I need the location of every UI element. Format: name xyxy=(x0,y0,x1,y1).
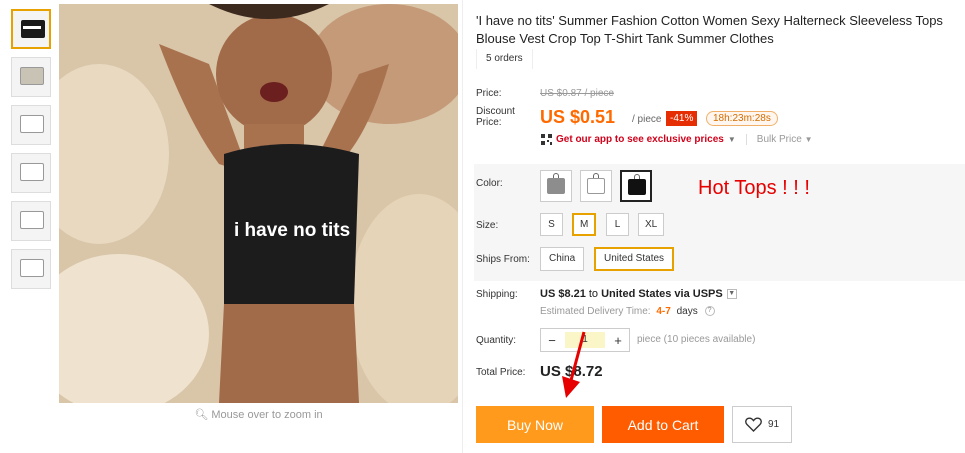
thumbnail-4[interactable] xyxy=(11,153,51,193)
heart-icon xyxy=(745,417,762,432)
chevron-down-icon: ▼ xyxy=(727,135,736,144)
bulk-price-label: Bulk Price xyxy=(756,134,802,145)
order-count[interactable]: 5 orders xyxy=(476,49,533,69)
thumbnail-top xyxy=(20,163,44,181)
ships-from-label: Ships From: xyxy=(476,254,530,265)
qr-code-icon xyxy=(541,134,552,145)
thumbnail-3[interactable] xyxy=(11,105,51,145)
shipping-to: to xyxy=(588,288,599,300)
size-option-l[interactable]: L xyxy=(606,213,629,236)
wishlist-button[interactable]: 91 xyxy=(732,406,792,443)
app-promo[interactable]: Get our app to see exclusive prices ▼ Bu… xyxy=(541,134,813,145)
wishlist-count: 91 xyxy=(767,419,780,430)
thumbnail-2[interactable] xyxy=(11,57,51,97)
shipping-info[interactable]: US $8.21 to United States via USPS ▼ xyxy=(540,288,737,300)
delivery-days: 4-7 xyxy=(656,306,671,317)
delivery-unit: days xyxy=(676,306,698,317)
thumbnail-top xyxy=(20,259,44,277)
swatch-top xyxy=(628,179,646,195)
shipping-destination: United States via USPS xyxy=(601,288,723,300)
size-label: Size: xyxy=(476,220,499,231)
price-unit: / piece xyxy=(632,114,662,125)
quantity-increase-button[interactable]: + xyxy=(607,333,629,348)
color-swatch-1[interactable] xyxy=(540,170,572,202)
total-price-label: Total Price: xyxy=(476,367,526,378)
thumbnail-top xyxy=(21,20,45,38)
thumbnail-6[interactable] xyxy=(11,249,51,289)
swatch-top xyxy=(587,178,605,194)
color-swatch-3[interactable] xyxy=(620,170,652,202)
discount-price: US $0.51 xyxy=(540,107,616,127)
swatch-top xyxy=(547,178,565,194)
countdown-badge: 18h:23m:28s xyxy=(706,111,778,126)
thumbnail-top xyxy=(20,115,44,133)
ships-from-united-states[interactable]: United States xyxy=(594,247,675,271)
size-option-s[interactable]: S xyxy=(540,213,563,236)
ships-from-china[interactable]: China xyxy=(540,247,585,271)
divider xyxy=(462,0,463,453)
annotation-text: Hot Tops ! ! ! xyxy=(698,177,810,199)
color-swatch-2[interactable] xyxy=(580,170,612,202)
shipping-cost: US $8.21 xyxy=(540,288,586,300)
app-promo-text: Get our app to see exclusive prices xyxy=(556,134,724,145)
buy-now-button[interactable]: Buy Now xyxy=(476,406,594,443)
chevron-down-icon[interactable]: ▼ xyxy=(726,289,737,299)
product-photo: i have no tits xyxy=(59,4,458,403)
thumbnail-top xyxy=(20,211,44,229)
delivery-time: Estimated Delivery Time: 4-7 days ? xyxy=(540,306,715,317)
annotation-arrow xyxy=(562,331,586,398)
thumbnail-5[interactable] xyxy=(11,201,51,241)
discount-badge: -41% xyxy=(666,111,698,126)
info-icon[interactable]: ? xyxy=(704,306,715,317)
thumbnail-print xyxy=(23,26,41,29)
thumbnail-list xyxy=(11,9,51,297)
discount-price-label: Discount Price: xyxy=(476,106,515,128)
thumbnail-top xyxy=(20,67,44,85)
add-to-cart-button[interactable]: Add to Cart xyxy=(602,406,724,443)
product-title: 'I have no tits' Summer Fashion Cotton W… xyxy=(476,13,943,46)
original-price: US $0.87 / piece xyxy=(540,88,614,99)
quantity-availability: piece (10 pieces available) xyxy=(637,334,756,345)
quantity-label: Quantity: xyxy=(476,335,517,346)
bulk-price-link[interactable]: Bulk Price ▼ xyxy=(745,134,813,145)
shipping-label: Shipping: xyxy=(476,289,518,300)
product-main-image[interactable]: i have no tits xyxy=(59,4,458,403)
size-option-m[interactable]: M xyxy=(572,213,597,236)
chevron-down-icon: ▼ xyxy=(804,135,813,144)
thumbnail-1[interactable] xyxy=(11,9,51,49)
shirt-print-text: i have no tits xyxy=(234,220,350,241)
delivery-label: Estimated Delivery Time: xyxy=(540,306,651,317)
magnifier-icon: 🔍︎ xyxy=(194,409,209,421)
price-label: Price: xyxy=(476,88,502,99)
size-option-xl[interactable]: XL xyxy=(638,213,665,236)
color-label: Color: xyxy=(476,178,503,189)
zoom-hint-text: Mouse over to zoom in xyxy=(211,409,323,421)
zoom-hint: 🔍︎ Mouse over to zoom in xyxy=(59,408,458,421)
